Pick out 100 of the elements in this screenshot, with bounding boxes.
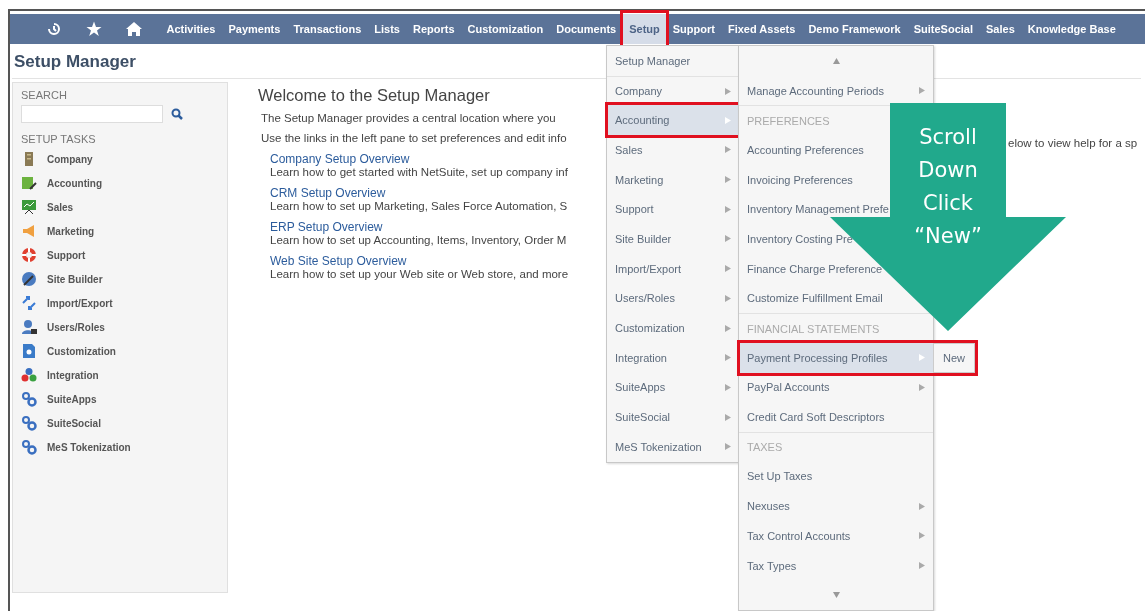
section-label: SETUP TASKS — [21, 133, 97, 145]
overview-description: Learn how to set up your Web site or Web store, and more — [270, 268, 569, 280]
submenu-arrow-icon — [725, 235, 731, 243]
menu-item[interactable]: Setup Manager — [607, 46, 739, 76]
menu-item[interactable]: Set Up Taxes — [739, 461, 933, 492]
menu-item[interactable]: Accounting — [607, 105, 739, 136]
submenu-arrow-icon — [725, 265, 731, 273]
megaphone-icon — [21, 223, 37, 239]
overview-description: Learn how to get started with NetSuite, set up company inf — [270, 166, 568, 178]
sidebar-item[interactable]: Support — [21, 243, 219, 267]
search-label: SEARCH — [21, 89, 68, 101]
lifebuoy-icon — [21, 247, 37, 263]
page-title: Setup Manager — [13, 51, 137, 73]
menu-section-header: PREFERENCES — [747, 114, 830, 127]
sidebar-item[interactable]: Import/Export — [21, 291, 219, 315]
sidebar-item[interactable]: SuiteSocial — [21, 411, 219, 435]
submenu-arrow-icon — [725, 324, 731, 332]
gears-icon — [21, 439, 37, 455]
menu-item[interactable]: Site Builder — [607, 224, 739, 254]
nav-menu-item[interactable]: Reports — [406, 14, 461, 44]
scroll-down-icon[interactable] — [832, 592, 840, 599]
menu-item[interactable]: Customization — [607, 313, 739, 343]
submenu-arrow-icon — [725, 87, 731, 95]
nav-menu-item[interactable]: Activities — [160, 14, 222, 44]
nav-menu-item[interactable]: Documents — [549, 14, 623, 44]
search-icon[interactable] — [171, 108, 183, 120]
submenu-arrow-icon — [919, 562, 925, 570]
nav-menu-item[interactable]: Lists — [367, 14, 407, 44]
submenu-arrow-icon — [725, 205, 731, 213]
intro-text: The Setup Manager provides a central location where you — [261, 112, 556, 124]
overview-description: Learn how to set up Accounting, Items, Inventory, Order M — [270, 234, 567, 246]
menu-item[interactable]: PayPal Accounts — [739, 372, 933, 403]
overview-description: Learn how to set up Marketing, Sales Force Automation, S — [270, 200, 568, 212]
sidebar-item[interactable]: Company — [21, 147, 219, 171]
submenu-arrow-icon — [725, 146, 731, 154]
menu-item[interactable]: Integration — [607, 342, 739, 373]
submenu-arrow-icon — [725, 413, 731, 421]
home-icon[interactable] — [125, 21, 143, 37]
submenu-arrow-icon — [919, 502, 925, 510]
sidebar-item[interactable]: Sales — [21, 195, 219, 219]
submenu-arrow-icon — [919, 383, 925, 391]
sidebar-item[interactable]: Accounting — [21, 171, 219, 195]
user-icon — [21, 319, 37, 335]
nav-menu-item[interactable]: Demo Framework — [801, 14, 908, 44]
nav-menu-item[interactable]: Customization — [461, 14, 550, 44]
menu-item[interactable]: SuiteSocial — [607, 402, 739, 432]
star-icon[interactable] — [86, 21, 102, 37]
history-icon[interactable] — [46, 21, 62, 37]
nav-menu-item[interactable]: Payments — [221, 14, 287, 44]
globe-icon — [21, 271, 37, 287]
submenu-arrow-icon — [725, 383, 731, 391]
welcome-heading: Welcome to the Setup Manager — [258, 86, 490, 105]
submenu-arrow-icon — [725, 176, 731, 184]
submenu-arrow-icon — [725, 116, 731, 124]
submenu-arrow-icon — [725, 294, 731, 302]
arrows-icon — [21, 295, 37, 311]
menu-item[interactable]: Nexuses — [739, 491, 933, 521]
menu-item[interactable]: Marketing — [607, 164, 739, 195]
menu-item[interactable]: Manage Accounting Periods — [739, 75, 933, 106]
overview-link[interactable]: Web Site Setup Overview — [270, 254, 407, 268]
menu-section-header: TAXES — [747, 441, 783, 454]
nav-menu-item[interactable]: Fixed Assets — [721, 14, 802, 44]
submenu-arrow-icon — [919, 532, 925, 540]
submenu-arrow-icon — [725, 354, 731, 362]
sidebar-item[interactable]: Customization — [21, 339, 219, 363]
sidebar-item[interactable]: Site Builder — [21, 267, 219, 291]
menu-item[interactable]: Sales — [607, 135, 739, 165]
menu-section-header: FINANCIAL STATEMENTS — [747, 322, 880, 335]
chart-board-icon — [21, 199, 37, 215]
nav-menu-item[interactable]: Support — [666, 14, 722, 44]
menu-item[interactable]: Credit Card Soft Descriptors — [739, 402, 933, 432]
scroll-up-icon[interactable] — [832, 57, 840, 64]
nav-menu-item[interactable]: Knowledge Base — [1021, 14, 1123, 44]
overview-link[interactable]: CRM Setup Overview — [270, 186, 386, 200]
menu-item[interactable]: Tax Control Accounts — [739, 521, 933, 551]
sidebar-item[interactable]: SuiteApps — [21, 387, 219, 411]
overview-link[interactable]: ERP Setup Overview — [270, 220, 383, 234]
callout-text: Scroll Down Click “New” — [913, 124, 983, 250]
nav-menu-item[interactable]: Transactions — [286, 14, 368, 44]
sidebar-item[interactable]: MeS Tokenization — [21, 435, 219, 459]
nav-menu-item[interactable]: SuiteSocial — [907, 14, 980, 44]
menu-item[interactable]: SuiteApps — [607, 372, 739, 403]
submenu-arrow-icon — [919, 87, 925, 95]
sidebar-item[interactable]: Users/Roles — [21, 315, 219, 339]
menu-item[interactable]: New — [933, 342, 975, 373]
search-field[interactable] — [21, 105, 163, 123]
document-icon — [21, 343, 37, 359]
menu-item[interactable]: Tax Types — [739, 550, 933, 581]
ledger-icon — [21, 175, 37, 191]
sidebar-item[interactable]: Marketing — [21, 219, 219, 243]
intro-text: elow to view help for a sp — [1008, 137, 1138, 149]
nav-menu-item[interactable]: Sales — [979, 14, 1022, 44]
sidebar-item[interactable]: Integration — [21, 363, 219, 387]
menu-item[interactable]: Support — [607, 194, 739, 225]
circles-icon — [21, 367, 37, 383]
menu-item[interactable]: Users/Roles — [607, 283, 739, 314]
menu-item[interactable]: MeS Tokenization — [607, 431, 739, 462]
menu-item[interactable]: Payment Processing Profiles — [739, 342, 933, 373]
menu-item[interactable]: Import/Export — [607, 253, 739, 284]
overview-link[interactable]: Company Setup Overview — [270, 152, 410, 166]
